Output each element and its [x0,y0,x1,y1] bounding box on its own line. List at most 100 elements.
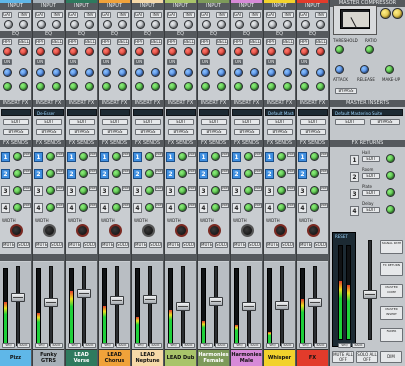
master-insert-edit-button[interactable]: EDIT [335,119,365,125]
invert-button[interactable]: INV [249,12,261,18]
eq-low-gain-knob[interactable] [102,82,111,91]
fx-send-button[interactable]: 4 [298,203,307,213]
fx-send-button[interactable]: 3 [34,186,43,196]
mute-button[interactable]: MUTE [200,242,213,248]
gate-button[interactable]: GATE [134,12,144,18]
fader-cap[interactable] [176,302,190,311]
eq-on-button[interactable]: ON [134,59,144,65]
fx-send-button[interactable]: 2 [298,169,307,179]
seq-button[interactable]: SEQ [101,343,114,348]
fx-send-button[interactable]: 1 [100,152,109,162]
fx-send-pre-button[interactable]: PRE [89,186,97,191]
pan-knob[interactable] [142,224,155,237]
seq-button[interactable]: SEQ [167,343,180,348]
eq-mid-freq-knob[interactable] [250,68,259,77]
fx-send-button[interactable]: 1 [133,152,142,162]
eq-high-freq-knob[interactable] [52,47,61,56]
fx-return-edit-button[interactable]: EDIT [362,173,380,179]
eq-mid-gain-knob[interactable] [69,68,78,77]
makeup-knob[interactable] [385,65,394,74]
eq-low-gain-knob[interactable] [69,82,78,91]
eq-high-freq-knob[interactable] [184,47,193,56]
hpf-button[interactable]: HPF [35,39,45,45]
fx-send-level-knob[interactable] [112,186,121,195]
fx-send-pre-button[interactable]: PRE [188,169,196,174]
rack-button[interactable]: RACK [281,343,294,348]
fader-cap[interactable] [275,300,289,310]
solo-button[interactable]: SOLO [182,242,195,248]
input-gain-knob[interactable] [4,20,13,29]
fx-send-button[interactable]: 2 [166,169,175,179]
eq-on-button[interactable]: ON [233,59,243,65]
mute-button[interactable]: MUTE [35,242,48,248]
seq-button[interactable]: SEQ [233,343,246,348]
insert-edit-button[interactable]: EDIT [234,119,260,125]
hpf-button[interactable]: HPF [266,39,276,45]
gate-button[interactable]: GATE [266,12,276,18]
fx-send-level-knob[interactable] [244,169,253,178]
gate-button[interactable]: GATE [299,12,309,18]
master-seq-button[interactable]: SEQ [338,343,351,348]
fx-send-button[interactable]: 4 [166,203,175,213]
fx-return-edit-button[interactable]: EDIT [362,156,380,162]
fx-send-button[interactable]: 4 [232,203,241,213]
fx-send-level-knob[interactable] [46,152,55,161]
invert-button[interactable]: INV [117,12,129,18]
insert-bypass-button[interactable]: BYPASS [267,129,293,135]
fx-send-button[interactable]: 3 [199,186,208,196]
fx-send-level-knob[interactable] [211,186,220,195]
insert-bypass-button[interactable]: BYPASS [234,129,260,135]
fx-send-pre-button[interactable]: PRE [155,169,163,174]
seq-button[interactable]: SEQ [299,343,312,348]
compressor-bypass-button[interactable]: BYPASS [335,88,357,94]
fx-send-button[interactable]: 2 [133,169,142,179]
eq-on-button[interactable]: ON [299,59,309,65]
bell-button[interactable]: BELL [150,39,162,45]
fx-send-level-knob[interactable] [277,203,286,212]
eq-low-gain-knob[interactable] [267,82,276,91]
fx-send-pre-button[interactable]: PRE [23,169,31,174]
solo-button[interactable]: SOLO [116,242,129,248]
insert-edit-button[interactable]: EDIT [201,119,227,125]
eq-high-freq-knob[interactable] [151,47,160,56]
input-gain-knob[interactable] [37,20,46,29]
invert-button[interactable]: INV [84,12,96,18]
insert-bypass-button[interactable]: BYPASS [3,129,29,135]
gate-knob[interactable] [184,20,193,29]
eq-low-gain-knob[interactable] [234,82,243,91]
eq-low-gain-knob[interactable] [135,82,144,91]
bell-button[interactable]: BELL [282,39,294,45]
eq-low-gain-knob[interactable] [300,82,309,91]
fx-send-level-knob[interactable] [112,152,121,161]
fx-send-pre-button[interactable]: PRE [155,186,163,191]
input-gain-knob[interactable] [301,20,310,29]
seq-button[interactable]: SEQ [266,343,279,348]
fx-send-pre-button[interactable]: PRE [89,152,97,157]
fx-send-button[interactable]: 3 [133,186,142,196]
eq-on-button[interactable]: ON [2,59,12,65]
dim-button[interactable]: DIM [380,351,402,363]
fx-send-button[interactable]: 3 [100,186,109,196]
eq-on-button[interactable]: ON [200,59,210,65]
fx-send-level-knob[interactable] [211,152,220,161]
eq-mid-gain-knob[interactable] [102,68,111,77]
fx-return-level-knob[interactable] [386,205,395,214]
fx-send-button[interactable]: 2 [232,169,241,179]
release-knob[interactable] [360,65,369,74]
eq-low-freq-knob[interactable] [250,82,259,91]
solo-button[interactable]: SOLO [281,242,294,248]
fx-send-level-knob[interactable] [244,186,253,195]
fx-send-button[interactable]: 1 [298,152,307,162]
eq-mid-gain-knob[interactable] [300,68,309,77]
fx-send-button[interactable]: 4 [34,203,43,213]
fx-send-button[interactable]: 2 [265,169,274,179]
eq-mid-freq-knob[interactable] [316,68,325,77]
rack-button[interactable]: RACK [149,343,162,348]
seq-button[interactable]: SEQ [200,343,213,348]
insert-bypass-button[interactable]: BYPASS [102,129,128,135]
solo-button[interactable]: SOLO [149,242,162,248]
sidebar-fx-return-button[interactable]: FX RETURN [380,262,403,276]
fx-send-pre-button[interactable]: PRE [56,203,64,208]
rack-button[interactable]: RACK [182,343,195,348]
fx-return-level-knob[interactable] [386,154,395,163]
